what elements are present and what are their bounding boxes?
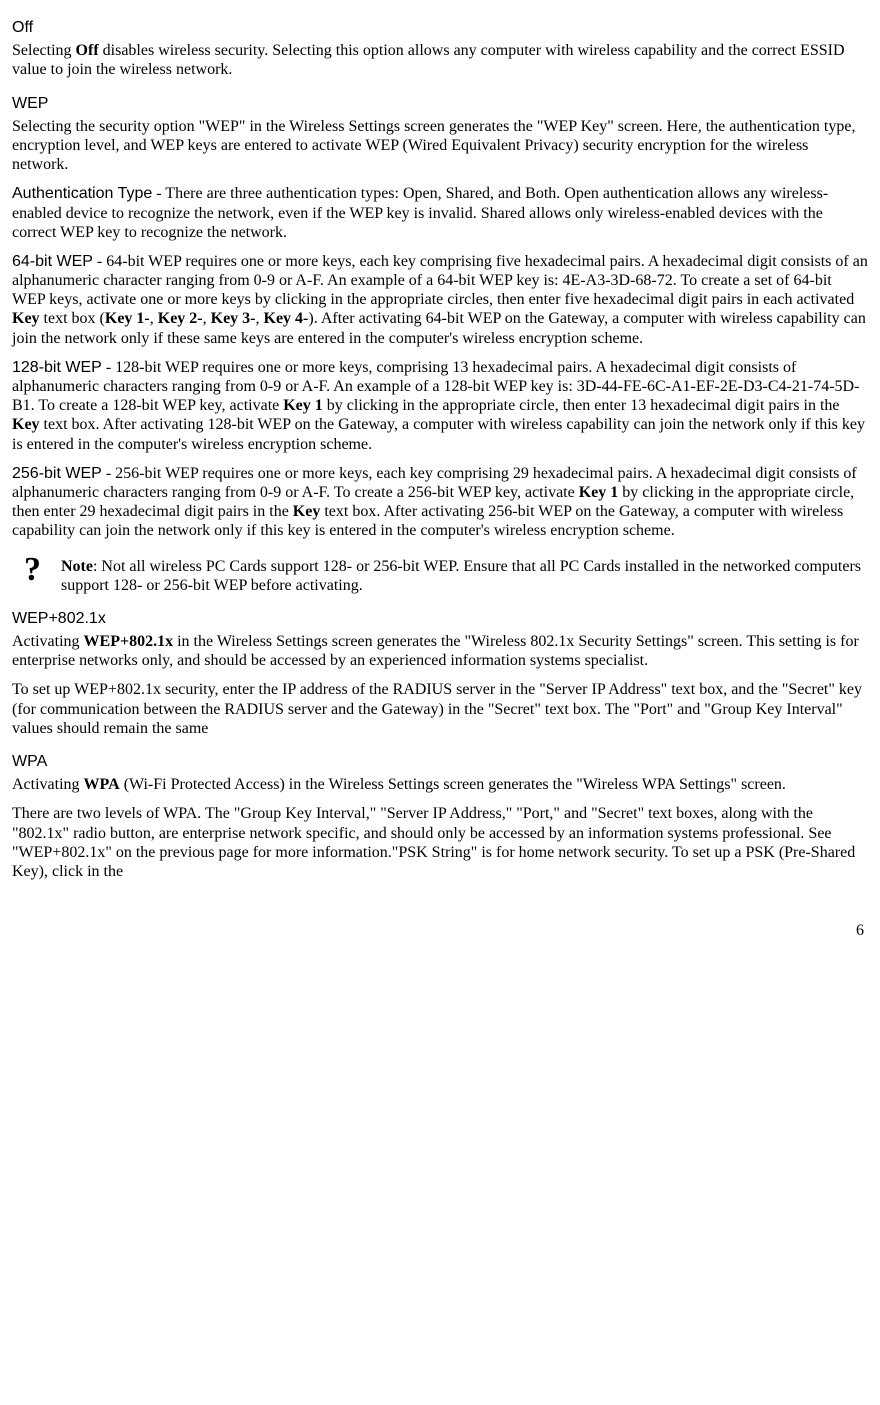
text: text box. After activating 128-bit WEP o…	[12, 416, 865, 452]
text-bold: Key 4-	[264, 310, 309, 327]
note-block: ? Note: Not all wireless PC Cards suppor…	[12, 553, 868, 595]
heading-off: Off	[12, 18, 868, 37]
text-bold: WPA	[84, 776, 120, 793]
paragraph-64bit-wep: 64-bit WEP - 64-bit WEP requires one or …	[12, 252, 868, 348]
text-bold: Key 1	[579, 484, 619, 501]
paragraph-wpa-2: There are two levels of WPA. The "Group …	[12, 804, 868, 881]
text: -	[102, 359, 115, 376]
note-text: Note: Not all wireless PC Cards support …	[61, 553, 868, 595]
paragraph-wpa-1: Activating WPA (Wi-Fi Protected Access) …	[12, 775, 868, 794]
paragraph-wep-intro: Selecting the security option "WEP" in t…	[12, 117, 868, 175]
text: -	[102, 465, 115, 482]
runin-auth-type: Authentication Type	[12, 185, 152, 202]
text-bold: Key 1	[283, 397, 323, 414]
heading-wep8021x: WEP+802.1x	[12, 609, 868, 628]
text: -	[93, 253, 106, 270]
paragraph-wep8021x-1: Activating WEP+802.1x in the Wireless Se…	[12, 632, 868, 670]
note-lead: Note	[61, 558, 93, 575]
text: Activating	[12, 633, 84, 650]
text-bold: Off	[76, 42, 99, 59]
text: text box (	[40, 310, 105, 327]
text-bold: WEP+802.1x	[84, 633, 174, 650]
text: Selecting	[12, 42, 76, 59]
text: by clicking in the appropriate circle, t…	[323, 397, 840, 414]
runin-128bit: 128-bit WEP	[12, 359, 102, 376]
text: (Wi-Fi Protected Access) in the Wireless…	[120, 776, 786, 793]
heading-wpa: WPA	[12, 752, 868, 771]
text: ,	[256, 310, 264, 327]
text-bold: Key	[12, 416, 40, 433]
paragraph-wep8021x-2: To set up WEP+802.1x security, enter the…	[12, 680, 868, 738]
text-bold: Key 2-	[158, 310, 203, 327]
runin-256bit: 256-bit WEP	[12, 465, 102, 482]
note-body: : Not all wireless PC Cards support 128-…	[61, 558, 861, 594]
paragraph-off: Selecting Off disables wireless security…	[12, 41, 868, 79]
question-icon: ?	[12, 553, 61, 587]
text: disables wireless security. Selecting th…	[12, 42, 845, 78]
heading-wep: WEP	[12, 94, 868, 113]
page-number: 6	[12, 921, 868, 940]
text: 64-bit WEP requires one or more keys, ea…	[12, 253, 868, 308]
paragraph-256bit-wep: 256-bit WEP - 256-bit WEP requires one o…	[12, 464, 868, 541]
text: -	[152, 185, 165, 202]
text: ,	[150, 310, 158, 327]
text-bold: Key 3-	[211, 310, 256, 327]
runin-64bit: 64-bit WEP	[12, 253, 93, 270]
text-bold: Key	[12, 310, 40, 327]
text: ,	[203, 310, 211, 327]
text: Activating	[12, 776, 84, 793]
text-bold: Key 1-	[105, 310, 150, 327]
paragraph-auth-type: Authentication Type - There are three au…	[12, 184, 868, 242]
paragraph-128bit-wep: 128-bit WEP - 128-bit WEP requires one o…	[12, 358, 868, 454]
text-bold: Key	[293, 503, 321, 520]
